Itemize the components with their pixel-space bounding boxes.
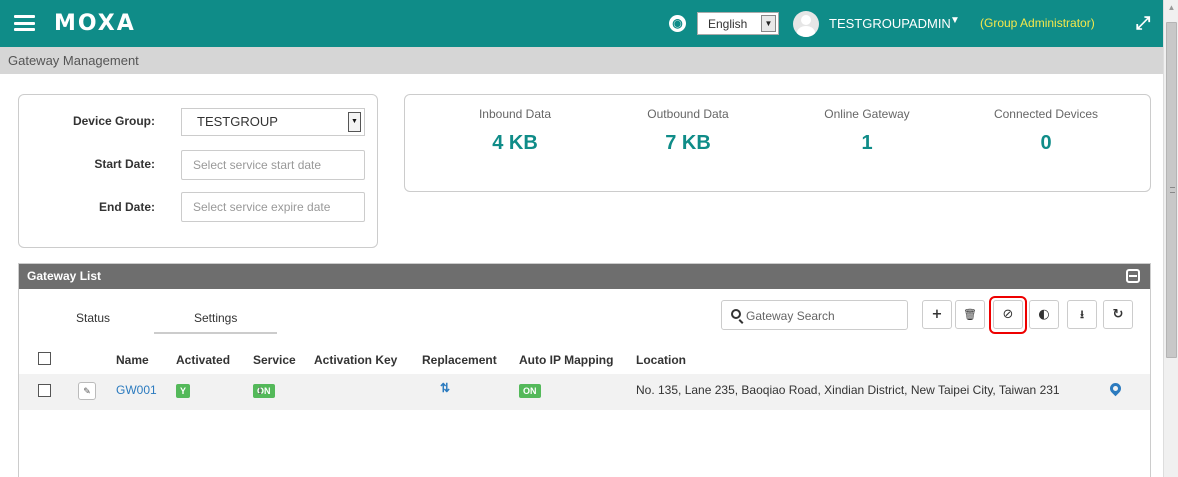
stat-connected-devices: Connected Devices 0 [961,107,1131,155]
delete-icon: 🗑 [963,308,977,321]
user-avatar[interactable] [793,11,819,37]
gateway-list-header: Gateway List [19,264,1150,289]
gateway-list-panel: Gateway List Status Settings + 🗑 ⊘ ◐ ⭳ ↻… [18,263,1151,477]
stat-value: 0 [1040,132,1052,154]
toggle-button[interactable]: ◐ [1029,300,1059,329]
stat-inbound-data: Inbound Data 4 KB [430,107,600,155]
highlight-box [989,296,1027,334]
vertical-scrollbar[interactable]: ▲ [1163,0,1178,477]
globe-icon: ◉ [669,15,686,32]
select-all-checkbox[interactable] [38,352,51,365]
tab-settings[interactable]: Settings [194,311,237,325]
column-auto-ip-mapping[interactable]: Auto IP Mapping [519,353,613,367]
gateway-search[interactable] [721,300,908,330]
device-group-label: Device Group: [72,114,155,128]
refresh-button[interactable]: ↻ [1103,300,1133,329]
column-location[interactable]: Location [636,353,686,367]
service-badge[interactable]: ON [253,384,275,398]
column-service[interactable]: Service [253,353,296,367]
expand-icon[interactable]: ⤢ [1136,13,1150,34]
user-name[interactable]: TESTGROUPADMIN [829,16,951,31]
user-role: (Group Administrator) [980,16,1095,30]
location-text: No. 135, Lane 235, Baoqiao Road, Xindian… [636,383,1060,397]
language-select[interactable]: English ▼ [697,12,779,35]
toggle-icon: ◐ [1038,307,1050,322]
tab-status[interactable]: Status [76,311,110,325]
gateway-list-title: Gateway List [27,269,102,283]
auto-ip-mapping-badge[interactable]: ON [519,384,541,398]
refresh-icon: ↻ [1112,307,1124,322]
map-pin-icon[interactable] [1107,380,1124,397]
add-icon: + [931,307,943,322]
collapse-icon[interactable] [1126,269,1140,283]
download-button[interactable]: ⭳ [1067,300,1097,329]
device-group-value: TESTGROUP [197,114,278,129]
device-group-select[interactable]: TESTGROUP ▼ [181,108,365,136]
delete-button[interactable]: 🗑 [955,300,985,329]
filter-panel: Device Group: TESTGROUP ▼ Start Date: Se… [18,94,378,248]
top-navigation-bar: MOXA ◉ English ▼ TESTGROUPADMIN ▼ (Group… [0,0,1163,47]
stat-label: Inbound Data [478,107,552,121]
end-date-label: End Date: [98,200,155,214]
edit-icon[interactable]: ✎ [78,382,96,400]
activated-badge: Y [176,384,191,398]
start-date-field[interactable]: Select service start date [181,150,365,180]
stat-outbound-data: Outbound Data 7 KB [603,107,773,155]
activation-key-download-icon[interactable]: ⭳ [258,382,262,401]
search-icon [731,309,741,319]
column-name[interactable]: Name [116,353,149,367]
active-tab-indicator [154,332,277,334]
table-row[interactable]: ✎ GW001 Y ON ⭳ ⇅ ON No. 135, Lane 235, B… [19,374,1150,410]
add-button[interactable]: + [922,300,952,329]
caret-down-icon[interactable]: ▼ [950,15,960,26]
stat-value: 7 KB [665,132,711,154]
menu-icon[interactable] [14,15,35,31]
scroll-up-icon[interactable]: ▲ [1164,0,1178,15]
replacement-icon[interactable]: ⇅ [440,381,450,395]
stats-panel: Inbound Data 4 KB Outbound Data 7 KB Onl… [404,94,1151,192]
chevron-down-icon[interactable]: ▼ [761,15,776,32]
column-activation-key[interactable]: Activation Key [314,353,397,367]
language-value: English [708,17,748,31]
stat-label: Online Gateway [824,107,910,121]
scrollbar-thumb[interactable] [1166,22,1177,358]
download-icon: ⭳ [1080,308,1084,321]
column-activated[interactable]: Activated [176,353,230,367]
breadcrumb: Gateway Management [0,47,1163,74]
stat-value: 4 KB [492,132,538,154]
stat-online-gateway: Online Gateway 1 [782,107,952,155]
column-replacement[interactable]: Replacement [422,353,497,367]
end-date-field[interactable]: Select service expire date [181,192,365,222]
stat-label: Outbound Data [647,107,729,121]
start-date-label: Start Date: [94,157,155,171]
gateway-name-link[interactable]: GW001 [116,383,157,397]
row-checkbox[interactable] [38,384,51,397]
stat-value: 1 [861,132,873,154]
stat-label: Connected Devices [993,107,1099,121]
brand-logo: MOXA [54,11,136,36]
chevron-down-icon[interactable]: ▼ [348,112,361,132]
gateway-search-input[interactable] [746,307,896,324]
